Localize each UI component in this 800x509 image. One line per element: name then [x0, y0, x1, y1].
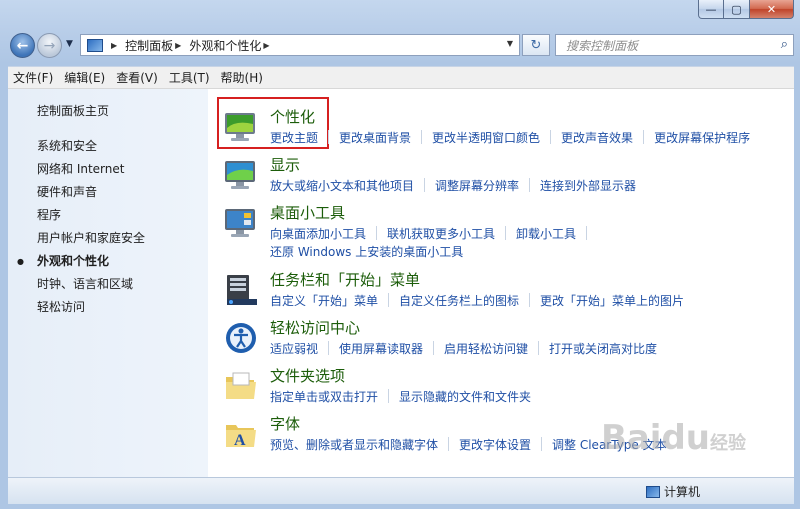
maximize-button[interactable]: ▢: [724, 0, 750, 19]
ease-of-access-icon: [226, 323, 256, 353]
link-get-more-gadgets[interactable]: 联机获取更多小工具: [387, 225, 495, 242]
link-change-sounds[interactable]: 更改声音效果: [561, 129, 633, 146]
status-bar: Baidu经验 计算机: [8, 418, 794, 504]
link-single-double-click[interactable]: 指定单击或双击打开: [270, 388, 378, 405]
breadcrumb-control-panel[interactable]: 控制面板: [125, 37, 173, 54]
category-links: 适应弱视 使用屏幕读取器 启用轻松访问键 打开或关闭高对比度: [270, 340, 657, 357]
sidebar-item-system-security[interactable]: 系统和安全: [37, 135, 145, 158]
refresh-button[interactable]: ↻: [522, 34, 550, 56]
menu-edit[interactable]: 编辑(E): [59, 69, 110, 86]
link-change-screensaver[interactable]: 更改屏幕保护程序: [654, 129, 750, 146]
sidebar-list: 系统和安全 网络和 Internet 硬件和声音 程序 用户帐户和家庭安全 外观…: [17, 135, 145, 319]
breadcrumb-arrow-icon[interactable]: ▶: [263, 41, 269, 50]
menu-view[interactable]: 查看(V): [111, 69, 163, 86]
link-screen-resolution[interactable]: 调整屏幕分辨率: [435, 177, 519, 194]
sidebar: 控制面板主页 系统和安全 网络和 Internet 硬件和声音 程序 用户帐户和…: [8, 89, 208, 477]
category-links-row2: 还原 Windows 上安装的桌面小工具: [270, 243, 463, 260]
navigation-bar: ← → ▼ ▶ 控制面板 ▶ 外观和个性化 ▶ ▼ ↻ 搜索控制面板 ⌕: [8, 30, 794, 62]
category-title[interactable]: 显示: [270, 154, 300, 175]
control-panel-home-link[interactable]: 控制面板主页: [37, 102, 109, 119]
sidebar-item-hardware-sound[interactable]: 硬件和声音: [37, 181, 145, 204]
search-placeholder: 搜索控制面板: [566, 38, 639, 53]
menu-help[interactable]: 帮助(H): [216, 69, 268, 86]
category-title[interactable]: 字体: [270, 413, 300, 434]
category-title[interactable]: 桌面小工具: [270, 202, 345, 223]
status-computer: 计算机: [645, 483, 700, 500]
menu-tools[interactable]: 工具(T): [164, 69, 215, 86]
sidebar-item-programs[interactable]: 程序: [37, 204, 145, 227]
sidebar-item-appearance[interactable]: 外观和个性化: [17, 250, 145, 273]
fonts-icon: A: [226, 425, 256, 449]
sidebar-item-ease-of-access[interactable]: 轻松访问: [37, 296, 145, 319]
gadgets-icon: [225, 209, 255, 237]
recent-pages-dropdown-icon[interactable]: ▼: [66, 39, 73, 49]
search-input[interactable]: 搜索控制面板 ⌕: [555, 34, 794, 56]
link-taskbar-icons[interactable]: 自定义任务栏上的图标: [399, 292, 519, 309]
category-links: 自定义「开始」菜单 自定义任务栏上的图标 更改「开始」菜单上的图片: [270, 292, 684, 309]
address-dropdown-icon[interactable]: ▼: [507, 39, 513, 48]
category-title[interactable]: 轻松访问中心: [270, 317, 360, 338]
address-bar[interactable]: ▶ 控制面板 ▶ 外观和个性化 ▶ ▼: [80, 34, 520, 56]
link-preview-fonts[interactable]: 预览、删除或者显示和隐藏字体: [270, 436, 438, 453]
forward-button[interactable]: →: [37, 33, 62, 58]
category-links: 指定单击或双击打开 显示隐藏的文件和文件夹: [270, 388, 531, 405]
sidebar-item-user-accounts[interactable]: 用户帐户和家庭安全: [37, 227, 145, 250]
computer-icon: [645, 485, 660, 498]
window-frame: — ▢ ✕ ← → ▼ ▶ 控制面板 ▶ 外观和个性化 ▶ ▼ ↻ 搜索控制面板…: [0, 0, 800, 509]
display-icon: [225, 161, 255, 189]
link-easy-access-keys[interactable]: 启用轻松访问键: [444, 340, 528, 357]
control-panel-icon: [87, 38, 103, 52]
close-button[interactable]: ✕: [750, 0, 794, 19]
back-button[interactable]: ←: [10, 33, 35, 58]
sidebar-item-network[interactable]: 网络和 Internet: [37, 158, 145, 181]
link-uninstall-gadget[interactable]: 卸载小工具: [516, 225, 576, 242]
taskbar-icon: [227, 275, 257, 305]
link-add-gadgets[interactable]: 向桌面添加小工具: [270, 225, 366, 242]
minimize-button[interactable]: —: [698, 0, 724, 19]
link-start-picture[interactable]: 更改「开始」菜单上的图片: [540, 292, 684, 309]
breadcrumb-arrow-icon[interactable]: ▶: [175, 41, 181, 50]
personalization-icon: [225, 113, 255, 141]
category-title[interactable]: 任务栏和「开始」菜单: [270, 269, 420, 290]
menu-bar: 文件(F) 编辑(E) 查看(V) 工具(T) 帮助(H): [8, 66, 794, 89]
category-links: 向桌面添加小工具 联机获取更多小工具 卸载小工具: [270, 225, 597, 242]
link-low-vision[interactable]: 适应弱视: [270, 340, 318, 357]
breadcrumb-arrow-icon[interactable]: ▶: [111, 41, 117, 50]
category-title[interactable]: 文件夹选项: [270, 365, 345, 386]
search-icon[interactable]: ⌕: [781, 37, 788, 52]
svg-text:A: A: [234, 432, 246, 449]
watermark: Baidu经验: [600, 418, 746, 458]
link-external-display[interactable]: 连接到外部显示器: [540, 177, 636, 194]
sidebar-item-clock-region[interactable]: 时钟、语言和区域: [37, 273, 145, 296]
link-restore-gadgets[interactable]: 还原 Windows 上安装的桌面小工具: [270, 243, 463, 260]
link-change-theme[interactable]: 更改主题: [270, 129, 318, 146]
link-screen-reader[interactable]: 使用屏幕读取器: [339, 340, 423, 357]
link-change-background[interactable]: 更改桌面背景: [339, 129, 411, 146]
link-high-contrast[interactable]: 打开或关闭高对比度: [549, 340, 657, 357]
category-title[interactable]: 个性化: [270, 106, 315, 127]
breadcrumb-appearance[interactable]: 外观和个性化: [189, 37, 261, 54]
category-links: 放大或缩小文本和其他项目 调整屏幕分辨率 连接到外部显示器: [270, 177, 636, 194]
link-change-window-color[interactable]: 更改半透明窗口颜色: [432, 129, 540, 146]
link-font-settings[interactable]: 更改字体设置: [459, 436, 531, 453]
menu-file[interactable]: 文件(F): [8, 69, 58, 86]
link-show-hidden-files[interactable]: 显示隐藏的文件和文件夹: [399, 388, 531, 405]
link-customize-start[interactable]: 自定义「开始」菜单: [270, 292, 378, 309]
category-links: 更改主题 更改桌面背景 更改半透明窗口颜色 更改声音效果 更改屏幕保护程序: [270, 129, 750, 146]
folder-options-icon: [226, 372, 256, 399]
caption-buttons: — ▢ ✕: [698, 0, 794, 20]
link-text-size[interactable]: 放大或缩小文本和其他项目: [270, 177, 414, 194]
